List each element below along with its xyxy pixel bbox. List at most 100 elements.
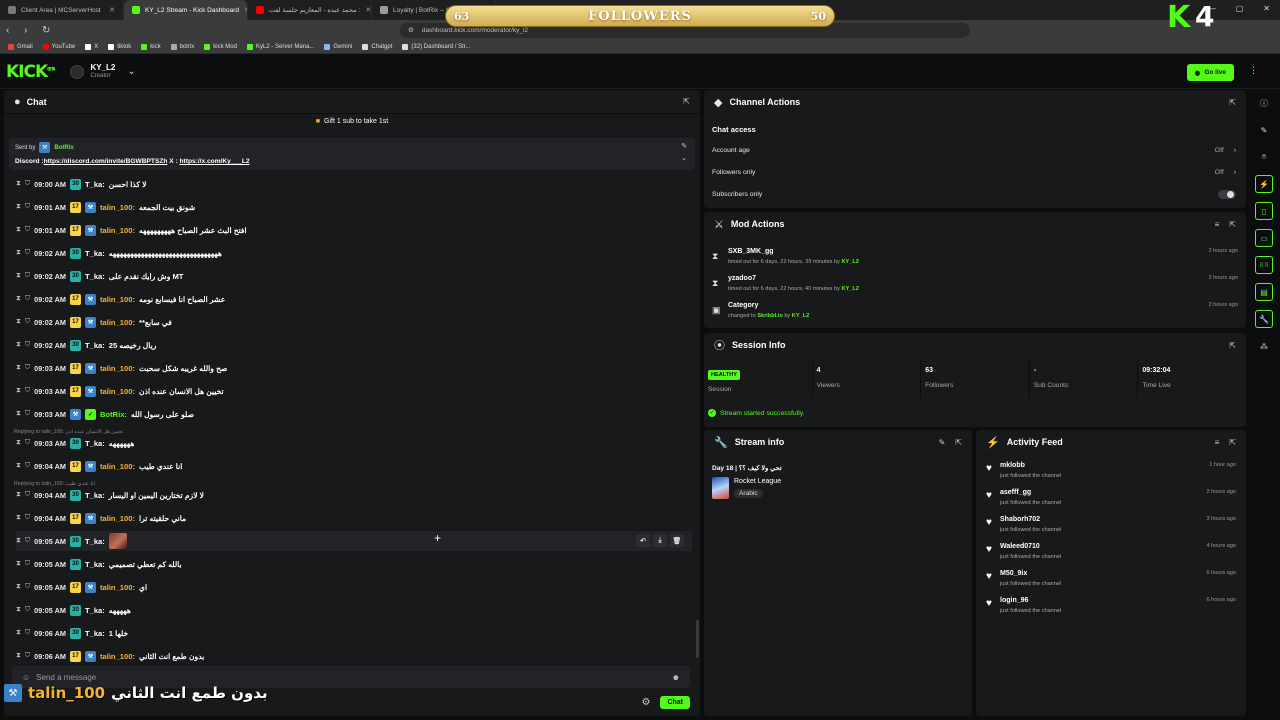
shield-icon[interactable]: ⛉	[25, 387, 30, 395]
message-username[interactable]: T_ka:	[85, 606, 105, 615]
site-info-icon[interactable]: ⚙	[408, 26, 414, 34]
message-username[interactable]: T_ka:	[85, 249, 105, 258]
nodes-icon[interactable]: ⁂	[1255, 337, 1273, 355]
bookmark-item[interactable]: KyL2 - Server Mana...	[246, 43, 314, 50]
more-options-icon[interactable]: ⋮	[1249, 65, 1258, 76]
close-icon[interactable]: ✕	[365, 6, 371, 14]
chat-message[interactable]: ⧗ ⛉ 09:04 AM 17 ⚒ talin_100: ماني حلقيته ترا	[16, 508, 692, 528]
timeout-icon[interactable]: ⧗	[16, 606, 21, 614]
chat-message[interactable]: ⧗ ⛉ 09:06 AM 17 ⚒ talin_100: بدون طمع انت الثا…	[16, 646, 692, 664]
emote-picker-icon[interactable]: ☺	[22, 673, 30, 682]
maximize-icon[interactable]: ▢	[1236, 4, 1244, 13]
chevron-right-icon[interactable]: ›	[1234, 147, 1236, 154]
kick-logo[interactable]: KICKBETA	[6, 62, 55, 82]
shield-icon[interactable]: ⛉	[25, 295, 30, 303]
emoji-icon[interactable]: ☻	[672, 673, 680, 682]
activity-username[interactable]: M50_9ix	[1000, 570, 1027, 577]
edit-icon[interactable]: ✎	[939, 438, 946, 447]
timeout-icon[interactable]: ⧗	[16, 180, 21, 188]
shield-icon[interactable]: ⛉	[25, 514, 30, 522]
chat-message[interactable]: ⧗ ⛉ 09:03 AM 17 ⚒ talin_100: صح والله غريبه شك…	[16, 358, 692, 378]
bookmark-item[interactable]: kick Mod	[204, 43, 237, 50]
timeout-icon[interactable]: ⧗	[16, 560, 21, 568]
timeout-icon[interactable]: ⧗	[16, 318, 21, 326]
message-username[interactable]: BotRix:	[100, 410, 127, 419]
filter-icon[interactable]: ≡	[1215, 220, 1220, 229]
bookmark-item[interactable]: Gmail	[8, 43, 33, 50]
chevron-down-icon[interactable]: ⌄	[127, 66, 135, 77]
delete-icon[interactable]: 🗑	[670, 534, 684, 547]
bolt-icon[interactable]: ⚡	[1255, 175, 1273, 193]
shield-icon[interactable]: ⛉	[25, 629, 30, 637]
timeout-icon[interactable]: ⧗	[16, 514, 21, 522]
timeout-icon[interactable]: ⧗	[16, 629, 21, 637]
message-username[interactable]: T_ka:	[85, 537, 105, 546]
timeout-icon[interactable]: ⧗	[16, 410, 21, 418]
message-username[interactable]: T_ka:	[85, 180, 105, 189]
chat-message[interactable]: ⧗ ⛉ 09:02 AM 17 ⚒ talin_100: **في سابع	[16, 312, 692, 332]
chevron-down-icon[interactable]: ⌄	[681, 154, 687, 162]
gear-icon[interactable]: ⚙	[641, 697, 650, 708]
bookmark-item[interactable]: Chatgpt	[362, 43, 392, 50]
shield-icon[interactable]: ⛉	[25, 249, 30, 257]
shield-icon[interactable]: ⛉	[25, 410, 30, 418]
chat-message[interactable]: ⧗ ⛉ 09:06 AM 30 T_ka: خلها 1	[16, 623, 692, 643]
gift-banner[interactable]: ■ Gift 1 sub to take 1st	[4, 118, 700, 125]
chat-access-row[interactable]: Followers only Off ›	[712, 165, 1236, 179]
pencil-icon[interactable]: ✎	[1255, 121, 1273, 139]
timeout-icon[interactable]: ⧗	[16, 341, 21, 349]
shield-icon[interactable]: ⛉	[25, 203, 30, 211]
close-window-icon[interactable]: ✕	[1263, 4, 1270, 13]
chat-message[interactable]: ⧗ ⛉ 09:02 AM 17 ⚒ talin_100: عشر الصباح انا في…	[16, 289, 692, 309]
chat-message[interactable]: ⧗ ⛉ 09:05 AM 30 T_ka: ↶ ⤓ 🗑	[16, 531, 692, 551]
message-username[interactable]: T_ka:	[85, 272, 105, 281]
timeout-icon[interactable]: ⧗	[16, 226, 21, 234]
shield-icon[interactable]: ⛉	[25, 364, 30, 372]
popout-icon[interactable]: ⇱	[683, 97, 690, 106]
shield-icon[interactable]: ⛉	[25, 180, 30, 188]
tools-icon[interactable]: 🔧	[1255, 310, 1273, 328]
shield-icon[interactable]: ⛉	[25, 652, 30, 660]
shield-icon[interactable]: ⛉	[25, 318, 30, 326]
shield-icon[interactable]: ⛉	[25, 272, 30, 280]
chat-message[interactable]: ⧗ ⛉ 09:05 AM 30 T_ka: هههههه	[16, 600, 692, 620]
chat-message[interactable]: ⧗ ⛉ 09:05 AM 17 ⚒ talin_100: اي	[16, 577, 692, 597]
chat-message[interactable]: ⧗ ⛉ 09:02 AM 30 T_ka: 25 ريال رخيصه	[16, 335, 692, 355]
shield-icon[interactable]: ⛉	[25, 560, 30, 568]
activity-username[interactable]: Shaborh702	[1000, 516, 1040, 523]
chat-message[interactable]: ⧗ ⛉ 09:03 AM ⚒ ✓ BotRix: صلو على رسول الله	[16, 404, 692, 424]
shield-icon[interactable]: ⛉	[25, 341, 30, 349]
chat-message[interactable]: ⧗ ⛉ 09:02 AM 30 T_ka: وش رايك نقدم على MT	[16, 266, 692, 286]
popout-icon[interactable]: ⇱	[1229, 341, 1236, 350]
message-username[interactable]: talin_100:	[100, 203, 135, 212]
chat-access-row[interactable]: Subscribers only	[712, 187, 1236, 201]
activity-username[interactable]: asefff_gg	[1000, 489, 1031, 496]
message-username[interactable]: talin_100:	[100, 318, 135, 327]
layout-icon[interactable]: ▤	[1255, 283, 1273, 301]
pin-icon[interactable]: ⤓	[653, 534, 667, 547]
chat-message[interactable]: ⧗ ⛉ 09:02 AM 30 T_ka: ههههههههههههههههههههههه…	[16, 243, 692, 263]
bookmark-item[interactable]: (32) Dashboard / Str...	[402, 43, 470, 50]
send-chat-button[interactable]: Chat	[660, 695, 690, 709]
phone-icon[interactable]: ▯	[1255, 202, 1273, 220]
timeout-icon[interactable]: ⧗	[16, 491, 21, 499]
timeout-icon[interactable]: ⧗	[16, 387, 21, 395]
subscribers-only-toggle[interactable]	[1218, 189, 1236, 199]
forward-icon[interactable]: ›	[24, 25, 34, 36]
chat-message[interactable]: ⧗ ⛉ 09:01 AM 17 ⚒ talin_100: شونق بيت الجمعه	[16, 197, 692, 217]
mod-action-target[interactable]: Category	[728, 302, 758, 309]
mod-action-by[interactable]: KY_L2	[842, 259, 859, 265]
chat-message[interactable]: ⧗ ⛉ 09:01 AM 17 ⚒ talin_100: افتح البث عشر الص…	[16, 220, 692, 240]
mod-action-by[interactable]: KY_L2	[842, 286, 859, 292]
browser-tab[interactable]: KY_L2 Stream - Kick Dashboard✕	[124, 0, 248, 20]
popout-icon[interactable]: ⇱	[955, 438, 962, 447]
chevron-right-icon[interactable]: ›	[1234, 169, 1236, 176]
chat-access-row[interactable]: Account age Off ›	[712, 143, 1236, 157]
timeout-icon[interactable]: ⧗	[16, 652, 21, 660]
browser-tab[interactable]: محمد عبده - المعازيم جلسة لفت : ✕	[248, 0, 372, 20]
mod-action-target[interactable]: SXB_3MK_gg	[728, 248, 774, 255]
message-username[interactable]: talin_100:	[100, 226, 135, 235]
activity-username[interactable]: login_96	[1000, 597, 1028, 604]
shield-icon[interactable]: ⛉	[25, 462, 30, 470]
broadcast-icon[interactable]: ((·))	[1255, 256, 1273, 274]
